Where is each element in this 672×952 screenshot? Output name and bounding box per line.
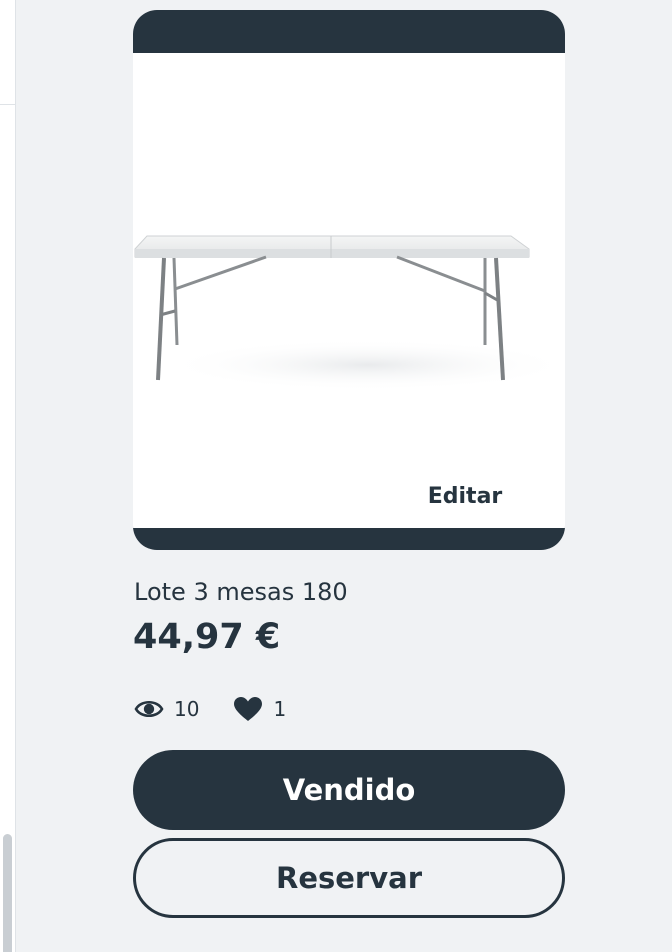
product-stats: 10 1 xyxy=(134,696,286,722)
product-price: 44,97 € xyxy=(133,617,281,657)
reserve-button[interactable]: Reservar xyxy=(133,838,565,918)
panel-divider xyxy=(0,104,15,105)
product-title: Lote 3 mesas 180 xyxy=(134,578,348,606)
side-panel-edge xyxy=(0,0,16,952)
folding-table-image xyxy=(134,235,565,391)
mark-sold-button[interactable]: Vendido xyxy=(133,750,565,830)
eye-icon xyxy=(134,700,164,718)
views-stat: 10 xyxy=(134,697,199,721)
likes-count: 1 xyxy=(273,697,287,721)
edit-button[interactable]: Editar xyxy=(395,472,535,526)
heart-icon xyxy=(234,697,263,721)
product-image-card: Editar xyxy=(133,10,565,550)
views-count: 10 xyxy=(174,697,200,721)
likes-stat: 1 xyxy=(233,696,286,722)
product-photo[interactable] xyxy=(133,53,565,528)
scrollbar-thumb[interactable] xyxy=(3,834,12,952)
